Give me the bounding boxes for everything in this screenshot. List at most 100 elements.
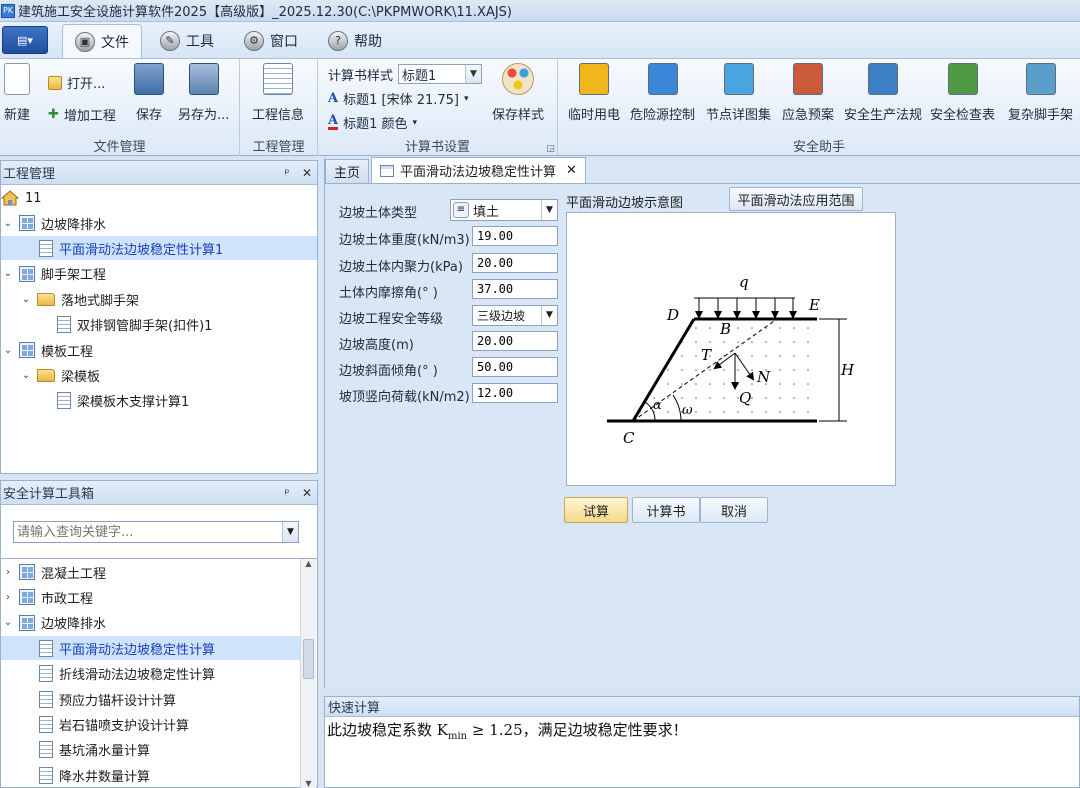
gear-icon: ⚙	[244, 31, 264, 51]
close-icon[interactable]: ✕	[297, 166, 317, 180]
document-icon	[57, 316, 71, 334]
tab-slope-calc[interactable]: 平面滑动法边坡稳定性计算 ✕	[371, 157, 586, 183]
tab-window[interactable]: ⚙ 窗口	[232, 24, 310, 58]
tree-item[interactable]: 平面滑动法边坡稳定性计算	[1, 636, 300, 661]
tree-item[interactable]: 降水井数量计算	[1, 763, 300, 787]
soil-type-select[interactable]: ≡ 填土 ▼	[450, 199, 558, 221]
emergency-plan-icon	[793, 63, 823, 95]
tree-item[interactable]: ⌄ 边坡降排水	[1, 611, 300, 635]
pin-icon[interactable]: ᵖ	[277, 486, 297, 500]
font-color-icon: A	[328, 113, 339, 130]
safety-grade-value: 三级边坡	[477, 309, 526, 323]
scrollbar-thumb[interactable]	[303, 639, 314, 679]
tree-item[interactable]: 双排钢管脚手架(扣件)1	[1, 313, 317, 337]
color-setting-button[interactable]: A 标题1 颜色 ▾	[328, 113, 417, 132]
safety-law-label: 安全生产法规	[844, 108, 923, 123]
chevron-down-icon[interactable]: ⌄	[21, 294, 31, 305]
tree-item[interactable]: 梁模板木支撑计算1	[1, 389, 317, 413]
quick-calc-title: 快速计算	[325, 697, 1079, 717]
temporary-power-button[interactable]: 临时用电	[568, 63, 620, 123]
wrench-icon: ✎	[160, 31, 180, 51]
tree-root[interactable]: 11	[1, 186, 42, 210]
save-style-button[interactable]: 保存样式	[492, 63, 544, 123]
soil-icon: ≡	[453, 202, 469, 218]
safety-checklist-button[interactable]: 安全检查表	[930, 63, 995, 123]
tree-item[interactable]: › 市政工程	[1, 585, 300, 609]
cancel-button[interactable]: 取消	[700, 497, 768, 523]
label-omega: ω	[682, 403, 693, 418]
chevron-down-icon[interactable]: ⌄	[3, 268, 13, 279]
safety-grade-select[interactable]: 三级边坡 ▼	[472, 305, 558, 326]
tree-item[interactable]: ⌄ 边坡降排水	[1, 211, 317, 235]
tree-item[interactable]: 岩石锚喷支护设计计算	[1, 712, 300, 736]
folder-icon	[37, 368, 55, 382]
tree-item[interactable]: 折线滑动法边坡稳定性计算	[1, 662, 300, 686]
chevron-right-icon[interactable]: ›	[3, 592, 13, 603]
hazard-control-label: 危险源控制	[630, 108, 696, 123]
toolbox-scrollbar[interactable]: ▲ ▼	[300, 559, 316, 788]
tab-tools[interactable]: ✎ 工具	[148, 24, 226, 58]
tree-item[interactable]: ⌄ 模板工程	[1, 338, 317, 362]
tree-item[interactable]: 预应力锚杆设计计算	[1, 687, 300, 711]
chevron-down-icon[interactable]: ⌄	[3, 218, 13, 229]
cohesion-input[interactable]	[472, 253, 558, 273]
node-details-label: 节点详图集	[706, 108, 772, 123]
toolbox-panel-title: 安全计算工具箱	[3, 487, 95, 502]
close-icon[interactable]: ✕	[566, 163, 577, 178]
slope-angle-input[interactable]	[472, 357, 558, 377]
calculate-button[interactable]: 试算	[564, 497, 628, 523]
font-setting-button[interactable]: A 标题1 [宋体 21.75] ▾	[328, 89, 469, 108]
scope-button[interactable]: 平面滑动法应用范围	[729, 187, 863, 211]
tab-slope-calc-label: 平面滑动法边坡稳定性计算	[400, 165, 557, 180]
folder-icon	[37, 292, 55, 306]
book-settings-group: 计算书样式 标题1 ▼ A 标题1 [宋体 21.75] ▾ A 标题1 颜色 …	[318, 59, 558, 156]
complex-scaffold-button[interactable]: 复杂脚手架	[1008, 63, 1073, 123]
chevron-down-icon[interactable]: ⌄	[21, 370, 31, 381]
tab-home[interactable]: 主页	[325, 159, 370, 183]
safety-law-button[interactable]: 安全生产法规	[844, 63, 922, 123]
add-project-button[interactable]: ✚ 增加工程	[48, 105, 116, 124]
chevron-down-icon[interactable]: ▼	[282, 522, 298, 542]
app-menu-button[interactable]: ▤▾	[2, 26, 48, 54]
project-group-label: 工程管理	[252, 140, 305, 155]
color-setting-label: 标题1 颜色	[343, 117, 408, 132]
chevron-down-icon[interactable]: ⌄	[3, 345, 13, 356]
document-icon	[39, 690, 53, 708]
new-button[interactable]: 新建	[4, 63, 30, 123]
unit-weight-input[interactable]	[472, 226, 558, 246]
chevron-down-icon[interactable]: ⌄	[3, 617, 13, 628]
hazard-control-button[interactable]: 危险源控制	[630, 63, 695, 123]
close-icon[interactable]: ✕	[297, 486, 317, 500]
save-button[interactable]: 保存	[134, 63, 164, 123]
emergency-plan-button[interactable]: 应急预案	[782, 63, 834, 123]
tree-item[interactable]: 基坑涌水量计算	[1, 738, 300, 762]
document-icon	[380, 164, 395, 177]
dialog-launcher-icon[interactable]: ◲	[546, 144, 555, 154]
document-icon	[39, 741, 53, 759]
tree-item[interactable]: 平面滑动法边坡稳定性计算1	[1, 236, 317, 261]
project-info-button[interactable]: 工程信息	[252, 63, 304, 123]
label-h: H	[840, 361, 855, 379]
scroll-up-icon[interactable]: ▲	[301, 559, 316, 568]
slope-height-input[interactable]	[472, 331, 558, 351]
tab-file[interactable]: ▣ 文件	[62, 24, 142, 58]
friction-angle-input[interactable]	[472, 279, 558, 299]
save-as-button[interactable]: 另存为...	[178, 63, 229, 123]
scroll-down-icon[interactable]: ▼	[301, 779, 316, 788]
tree-item[interactable]: ⌄ 落地式脚手架	[1, 287, 317, 311]
tree-item[interactable]: › 混凝土工程	[1, 560, 300, 584]
node-details-button[interactable]: 节点详图集	[706, 63, 771, 123]
tree-item[interactable]: ⌄ 梁模板	[1, 363, 317, 387]
document-icon	[39, 239, 53, 257]
toolbox-search-input[interactable]	[14, 522, 282, 542]
pin-icon[interactable]: ᵖ	[277, 166, 297, 180]
top-load-input[interactable]	[472, 383, 558, 403]
open-button[interactable]: 打开...	[48, 73, 105, 92]
tree-item[interactable]: ⌄ 脚手架工程	[1, 262, 317, 286]
book-style-select[interactable]: 标题1 ▼	[398, 64, 483, 84]
document-icon	[39, 665, 53, 683]
tab-help[interactable]: ? 帮助	[316, 24, 394, 58]
chevron-right-icon[interactable]: ›	[3, 567, 13, 578]
report-button[interactable]: 计算书	[632, 497, 700, 523]
palette-icon	[502, 63, 534, 95]
